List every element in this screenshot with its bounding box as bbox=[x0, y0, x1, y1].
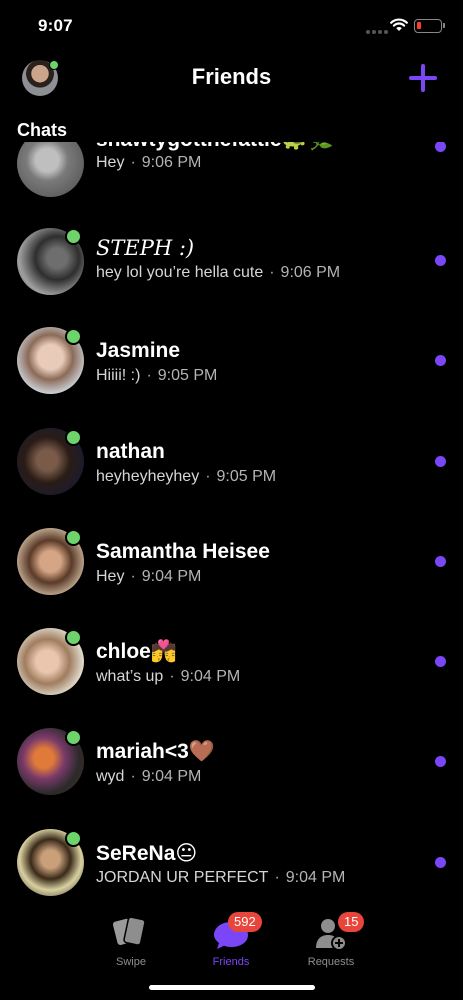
chat-row[interactable]: SeReNa😐 JORDAN UR PERFECT · 9:04 PM bbox=[0, 829, 463, 902]
message-text: Hey bbox=[96, 154, 125, 171]
chat-row[interactable]: Samantha Heisee Hey · 9:04 PM bbox=[0, 528, 463, 628]
add-friend-button[interactable] bbox=[408, 63, 438, 93]
message-time: 9:05 PM bbox=[157, 367, 218, 384]
separator: · bbox=[269, 264, 275, 281]
separator: · bbox=[169, 668, 175, 685]
nav-bar: Friends bbox=[0, 55, 463, 101]
chat-row[interactable]: 𝑆𝑇𝐸𝑃𝐻 :) hey lol you’re hella cute · 9:06 … bbox=[0, 228, 463, 328]
chat-row[interactable]: nathan heyheyheyhey · 9:05 PM bbox=[0, 428, 463, 528]
wifi-icon bbox=[390, 18, 408, 31]
chat-preview: what’s up · 9:04 PM bbox=[96, 668, 240, 686]
status-time: 9:07 bbox=[38, 16, 73, 35]
chat-preview: JORDAN UR PERFECT · 9:04 PM bbox=[96, 869, 345, 887]
online-indicator bbox=[65, 529, 82, 546]
friends-badge: 592 bbox=[228, 912, 262, 932]
chat-preview: hey lol you’re hella cute · 9:06 PM bbox=[96, 264, 340, 282]
chat-name: nathan bbox=[96, 440, 165, 463]
tab-label: Friends bbox=[212, 956, 250, 968]
chat-name: Jasmine bbox=[96, 339, 181, 362]
chat-name: SeReNa😐 bbox=[96, 842, 198, 865]
online-indicator bbox=[65, 729, 82, 746]
unread-indicator bbox=[435, 255, 446, 266]
chat-name: mariah<3🤎 bbox=[96, 740, 215, 763]
chat-row[interactable]: snawtygottnefattie🐢🌿 Hey · 9:06 PM bbox=[0, 142, 463, 230]
unread-indicator bbox=[435, 857, 446, 868]
battery-icon bbox=[414, 19, 445, 33]
avatar bbox=[17, 142, 84, 197]
requests-badge: 15 bbox=[338, 912, 365, 932]
separator: · bbox=[146, 367, 152, 384]
unread-indicator bbox=[435, 142, 446, 152]
chat-preview: wyd · 9:04 PM bbox=[96, 768, 201, 786]
separator: · bbox=[130, 154, 136, 171]
status-bar: 9:07 bbox=[0, 0, 463, 50]
message-text: Hey bbox=[96, 568, 125, 585]
chat-name: Samantha Heisee bbox=[96, 540, 270, 563]
message-text: Hiiii! :) bbox=[96, 367, 141, 384]
separator: · bbox=[205, 468, 211, 485]
message-time: 9:04 PM bbox=[180, 668, 241, 685]
online-indicator bbox=[65, 830, 82, 847]
chat-list[interactable]: snawtygottnefattie🐢🌿 Hey · 9:06 PM 𝑆𝑇𝐸𝑃𝐻 :… bbox=[0, 142, 463, 902]
message-time: 9:04 PM bbox=[285, 869, 346, 886]
message-time: 9:06 PM bbox=[280, 264, 341, 281]
chat-preview: Hey · 9:06 PM bbox=[96, 154, 201, 172]
message-text: what’s up bbox=[96, 668, 164, 685]
chat-name: chloe💏 bbox=[96, 640, 177, 663]
tab-friends[interactable]: 592 Friends bbox=[181, 912, 281, 972]
chat-preview: Hiiii! :) · 9:05 PM bbox=[96, 367, 217, 385]
chat-name: snawtygottnefattie🐢🌿 bbox=[96, 142, 334, 152]
unread-indicator bbox=[435, 355, 446, 366]
message-time: 9:05 PM bbox=[216, 468, 277, 485]
online-indicator bbox=[65, 429, 82, 446]
page-title: Friends bbox=[191, 64, 272, 89]
unread-indicator bbox=[435, 756, 446, 767]
message-time: 9:04 PM bbox=[141, 568, 202, 585]
unread-indicator bbox=[435, 456, 446, 467]
chat-row[interactable]: mariah<3🤎 wyd · 9:04 PM bbox=[0, 728, 463, 828]
online-indicator bbox=[65, 228, 82, 245]
section-title: Chats bbox=[17, 120, 68, 140]
online-indicator bbox=[65, 629, 82, 646]
unread-indicator bbox=[435, 556, 446, 567]
separator: · bbox=[130, 768, 136, 785]
message-time: 9:06 PM bbox=[141, 154, 202, 171]
chat-name: 𝑆𝑇𝐸𝑃𝐻 :) bbox=[96, 236, 195, 260]
home-indicator bbox=[149, 985, 315, 990]
signal-icon bbox=[366, 30, 388, 34]
chat-row[interactable]: chloe💏 what’s up · 9:04 PM bbox=[0, 628, 463, 728]
unread-indicator bbox=[435, 656, 446, 667]
chat-preview: heyheyheyhey · 9:05 PM bbox=[96, 468, 276, 486]
tab-requests[interactable]: 15 Requests bbox=[281, 912, 381, 972]
separator: · bbox=[274, 869, 280, 886]
message-text: heyheyheyhey bbox=[96, 468, 200, 485]
chat-row[interactable]: Jasmine Hiiii! :) · 9:05 PM bbox=[0, 327, 463, 427]
tab-swipe[interactable]: Swipe bbox=[81, 912, 181, 972]
message-time: 9:04 PM bbox=[141, 768, 202, 785]
cards-icon bbox=[112, 916, 146, 946]
tab-label: Swipe bbox=[116, 956, 146, 968]
online-indicator bbox=[65, 328, 82, 345]
message-text: wyd bbox=[96, 768, 125, 785]
separator: · bbox=[130, 568, 136, 585]
tab-label: Requests bbox=[307, 956, 355, 968]
chat-preview: Hey · 9:04 PM bbox=[96, 568, 201, 586]
message-text: JORDAN UR PERFECT bbox=[96, 869, 269, 886]
message-text: hey lol you’re hella cute bbox=[96, 264, 264, 281]
